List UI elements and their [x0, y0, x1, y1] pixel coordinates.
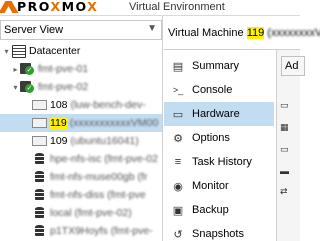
menu-item-summary[interactable]: ▤ Summary — [164, 54, 274, 78]
menu-item-label: Hardware — [192, 108, 240, 120]
vm-panel-title: Virtual Machine 119 (xxxxxxxxVM — [168, 27, 320, 39]
vm-icon — [32, 117, 47, 129]
top-bar: PROXMOX Virtual Environment — [0, 0, 300, 16]
vm-icon — [32, 99, 47, 111]
tree-item-label: p1TX9Hoyfs (fmt-pve- — [50, 225, 153, 237]
vm-nav-menu: ▤ Summary >_ Console ▭ Hardware ⚙ Option… — [164, 54, 274, 241]
storage-icon — [34, 225, 46, 237]
list-icon: ≡ — [174, 156, 182, 168]
node-online-icon — [20, 62, 34, 76]
vm-name: (luw-bench-dev- — [70, 99, 146, 111]
tree-item-label: Datacenter — [29, 45, 81, 57]
tree-item-label: local (fmt-pve-02) — [50, 207, 132, 219]
proxmox-logo-icon — [0, 0, 16, 14]
menu-item-backup[interactable]: ▣ Backup — [164, 198, 274, 222]
menu-item-hardware[interactable]: ▭ Hardware — [164, 102, 274, 126]
menu-item-label: Task History — [192, 156, 252, 168]
storage-icon — [34, 153, 46, 165]
menu-item-label: Options — [192, 132, 230, 144]
tree-item-datacenter[interactable]: ▾ Datacenter — [0, 42, 162, 60]
menu-item-options[interactable]: ⚙ Options — [164, 126, 274, 150]
book-icon: ▤ — [172, 60, 184, 73]
menu-item-label: Snapshots — [192, 228, 244, 240]
menu-item-label: Console — [192, 84, 233, 96]
menu-item-monitor[interactable]: ◉ Monitor — [164, 174, 274, 198]
vm-id: 108 — [50, 99, 68, 111]
menu-item-task-history[interactable]: ≡ Task History — [164, 150, 274, 174]
menu-item-label: Backup — [192, 204, 229, 216]
tree-item-storage[interactable]: local (fmt-pve-02) — [0, 204, 162, 222]
tree-item-vm[interactable]: 109 (ubuntu16041) — [0, 132, 162, 150]
floppy-icon: ▣ — [172, 204, 184, 217]
expand-arrow-icon[interactable]: ▸ — [11, 65, 20, 74]
vm-detail-panel: Virtual Machine 119 (xxxxxxxxVM ▤ Summar… — [164, 16, 320, 241]
vm-icon — [32, 135, 47, 147]
add-button[interactable]: Ad — [281, 56, 305, 76]
storage-icon — [34, 207, 46, 219]
tree-item-label: fmt-pve-02 — [38, 81, 89, 93]
vm-id: 109 — [50, 135, 68, 147]
cpu-icon: ▦ — [280, 122, 289, 132]
hard-disk-icon: ▬ — [280, 166, 289, 176]
node-online-icon — [20, 80, 34, 94]
gear-icon: ⚙ — [173, 132, 183, 145]
tree-item-storage[interactable]: hpe-nfs-isc (fmt-pve-02 — [0, 150, 162, 168]
datacenter-icon — [11, 45, 26, 58]
collapse-arrow-icon[interactable]: ▾ — [11, 83, 20, 92]
menu-item-label: Summary — [192, 60, 240, 72]
tree-item-storage[interactable]: fmt-nfs-muse00gb (fr — [0, 168, 162, 186]
vm-name: (xxxxxxxxxxxVM00 — [69, 117, 159, 129]
history-icon: ↺ — [173, 228, 183, 241]
hardware-content-area: Ad ▭ ▦ ▭ ▬ ⇄ — [276, 50, 305, 241]
tree-item-label: hpe-nfs-isc (fmt-pve-02 — [50, 153, 158, 165]
monitor-icon: ▭ — [280, 144, 289, 154]
collapse-arrow-icon[interactable]: ▾ — [2, 47, 11, 56]
tree-item-node[interactable]: ▸ fmt-pve-01 — [0, 60, 162, 78]
monitor-icon: ▭ — [172, 108, 184, 121]
chevron-down-icon[interactable]: ▼ — [147, 23, 157, 34]
menu-item-label: Monitor — [192, 180, 229, 192]
tree-item-label: fmt-nfs-muse00gb (fr — [50, 171, 148, 183]
resource-tree: ▾ Datacenter ▸ fmt-pve-01 ▾ fmt-pve-02 1… — [0, 42, 162, 240]
proxmox-logo: PROXMOX — [0, 0, 98, 14]
tree-item-label: fmt-nfs-diss (fmt-pve — [50, 189, 146, 201]
menu-item-console[interactable]: >_ Console — [164, 78, 274, 102]
tree-item-node[interactable]: ▾ fmt-pve-02 — [0, 78, 162, 96]
logo-text: PROXMOX — [17, 0, 99, 14]
tree-item-label: fmt-pve-01 — [38, 63, 89, 75]
title-vm-name: (xxxxxxxxVM — [267, 27, 320, 39]
console-icon: >_ — [172, 85, 184, 95]
keyboard-icon: ▭ — [280, 100, 289, 110]
view-selector[interactable]: Server View ▼ — [0, 20, 162, 40]
menu-item-snapshots[interactable]: ↺ Snapshots — [164, 222, 274, 241]
tree-item-storage[interactable]: p1TX9Hoyfs (fmt-pve- — [0, 222, 162, 240]
tree-item-vm[interactable]: 108 (luw-bench-dev- — [0, 96, 162, 114]
storage-icon — [34, 189, 46, 201]
tree-item-vm-selected[interactable]: 119 (xxxxxxxxxxxVM00 — [0, 114, 162, 132]
view-selector-value: Server View — [4, 24, 64, 36]
title-vm-id: 119 — [246, 27, 265, 39]
vm-id: 119 — [50, 117, 67, 129]
product-title: Virtual Environment — [129, 1, 225, 13]
resource-tree-panel: Server View ▼ ▾ Datacenter ▸ fmt-pve-01 … — [0, 16, 163, 241]
tree-item-storage[interactable]: fmt-nfs-diss (fmt-pve — [0, 186, 162, 204]
network-icon: ⇄ — [280, 186, 288, 196]
storage-icon — [34, 171, 46, 183]
eye-icon: ◉ — [173, 180, 183, 193]
vm-name: (ubuntu16041) — [70, 135, 139, 147]
title-prefix: Virtual Machine — [168, 27, 244, 39]
